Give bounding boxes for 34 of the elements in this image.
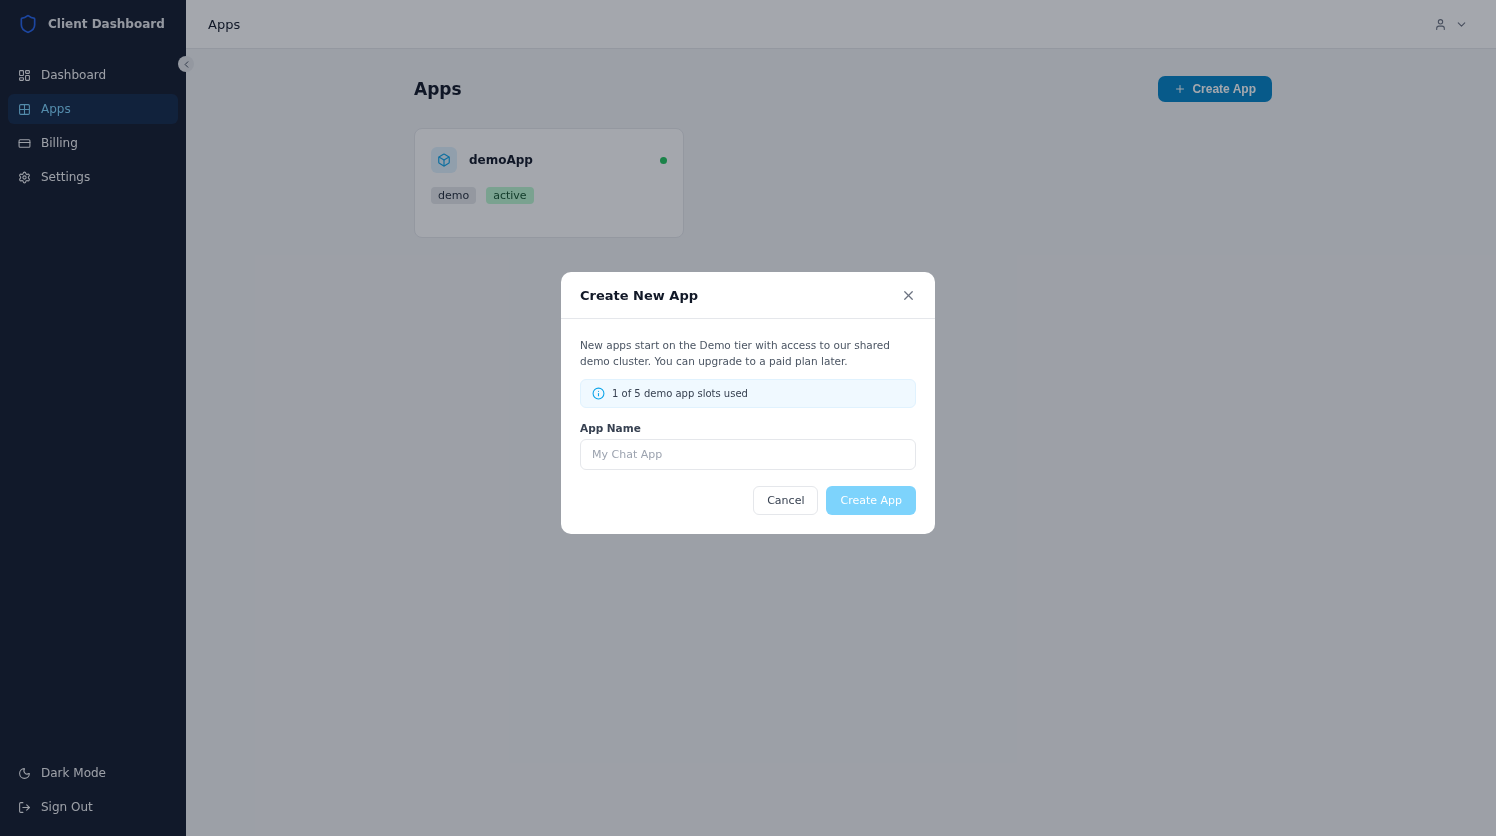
close-icon — [901, 288, 916, 303]
breadcrumb: Apps — [208, 16, 241, 32]
cancel-button[interactable]: Cancel — [753, 486, 819, 515]
moon-icon — [18, 766, 31, 780]
plus-icon — [1174, 83, 1187, 95]
close-button[interactable] — [901, 288, 916, 303]
nav-icon — [18, 102, 31, 116]
app-card[interactable]: demoApp demo active — [414, 128, 684, 238]
collapse-button[interactable] — [178, 56, 194, 72]
user-icon — [1434, 17, 1447, 31]
nav-item[interactable]: Settings — [8, 162, 178, 192]
app-name-input[interactable]: My Chat App — [580, 439, 916, 470]
nav-icon — [18, 170, 31, 184]
nav-item[interactable]: Billing — [8, 128, 178, 158]
nav-item[interactable]: Apps — [8, 94, 178, 124]
notice-text: 1 of 5 demo app slots used — [612, 388, 748, 399]
dialog-description: New apps start on the Demo tier with access to our shared demo cluster. You can upgrade to a paid plan later. — [580, 338, 891, 369]
nav-icon — [18, 136, 31, 150]
info-icon — [592, 387, 605, 400]
nav-item[interactable]: Dashboard — [8, 60, 178, 90]
tag: active — [486, 187, 534, 204]
page-title: Apps — [414, 79, 462, 99]
cube-icon — [437, 153, 451, 167]
nav-item[interactable]: Sign Out — [8, 792, 178, 822]
nav-icon — [18, 68, 31, 82]
logout-icon — [18, 800, 31, 814]
brand-name: Client Dashboard — [48, 17, 165, 31]
shield-icon — [18, 14, 38, 34]
dialog-title: Create New App — [580, 288, 698, 303]
app-name: demoApp — [469, 153, 534, 167]
field-label: App Name — [580, 422, 642, 434]
tag: demo — [431, 187, 477, 204]
nav-item[interactable]: Dark Mode — [8, 758, 178, 788]
user-menu[interactable] — [1434, 17, 1468, 31]
